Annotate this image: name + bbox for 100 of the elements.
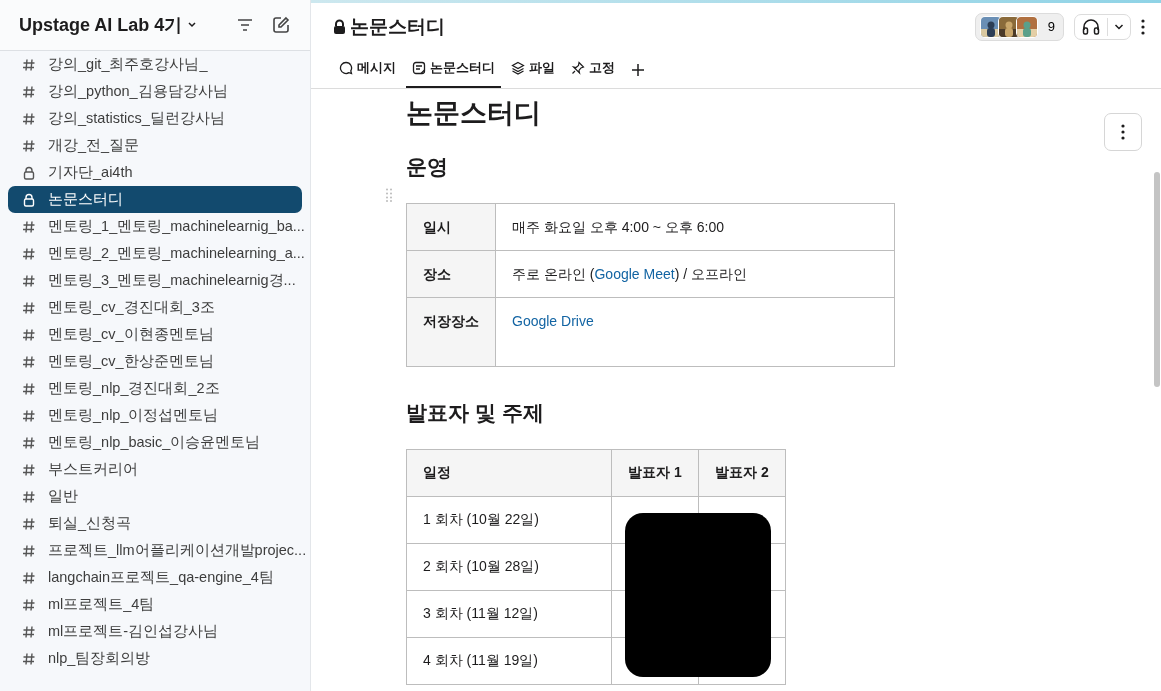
row-label: 일시	[406, 203, 496, 251]
section-heading: 발표자 및 주제	[406, 400, 545, 426]
more-icon	[1141, 18, 1145, 35]
channel-name: 개강_전_질문	[48, 136, 140, 155]
channel-name: 강의_git_최주호강사님_	[48, 55, 208, 74]
lock-icon	[22, 165, 36, 180]
channel-name: 멘토링_cv_한상준멘토님	[48, 352, 214, 371]
channel-name: 멘토링_2_멘토링_machinelearning_a...	[48, 244, 305, 263]
tab[interactable]: 고정	[565, 59, 621, 88]
channel-item[interactable]: 강의_python_김용담강사님	[8, 78, 302, 105]
pin-icon	[571, 61, 585, 75]
hash-icon	[22, 570, 36, 585]
canvas-icon	[412, 61, 426, 75]
channel-item[interactable]: 논문스터디	[8, 186, 302, 213]
channel-item[interactable]: 부스트커리어	[8, 456, 302, 483]
hash-icon	[22, 273, 36, 288]
channel-name: 강의_python_김용담강사님	[48, 82, 228, 101]
channel-item[interactable]: 멘토링_3_멘토링_machinelearnig경...	[8, 267, 302, 294]
link[interactable]: Google Meet	[594, 266, 675, 282]
channel-item[interactable]: 멘토링_cv_이현종멘토님	[8, 321, 302, 348]
channel-name: 강의_statistics_딜런강사님	[48, 109, 225, 128]
lock-icon	[333, 18, 346, 35]
section-heading: 운영	[406, 154, 449, 180]
hash-icon	[22, 138, 36, 153]
tab[interactable]: 논문스터디	[406, 59, 501, 88]
channel-name: 멘토링_1_멘토링_machinelearnig_ba...	[48, 217, 305, 236]
channel-item[interactable]: 일반	[8, 483, 302, 510]
channel-item[interactable]: 멘토링_cv_경진대회_3조	[8, 294, 302, 321]
channel-item[interactable]: 멘토링_cv_한상준멘토님	[8, 348, 302, 375]
members-button[interactable]: 9	[974, 12, 1064, 41]
channel-item[interactable]: 강의_git_최주호강사님_	[8, 51, 302, 78]
hash-icon	[22, 489, 36, 504]
drag-handle-icon[interactable]	[386, 188, 392, 202]
message-icon	[339, 61, 353, 75]
channel-item[interactable]: ml프로젝트-김인섭강사님	[8, 618, 302, 645]
hash-icon	[22, 84, 36, 99]
table-cell: 매주 화요일 오후 4:00 ~ 오후 6:00	[495, 203, 895, 251]
hash-icon	[22, 543, 36, 558]
hash-icon	[22, 300, 36, 315]
table-cell: 4 회차 (11월 19일)	[406, 637, 612, 685]
scrollbar[interactable]	[1154, 172, 1160, 387]
column-header: 발표자 2	[698, 449, 786, 497]
channel-name: 멘토링_nlp_경진대회_2조	[48, 379, 220, 398]
table-cell: 3 회차 (11월 12일)	[406, 590, 612, 638]
channel-item[interactable]: langchain프로젝트_qa-engine_4팀	[8, 564, 302, 591]
table-cell: 주로 온라인 (Google Meet) / 오프라인	[495, 250, 895, 298]
channel-name: 멘토링_cv_경진대회_3조	[48, 298, 215, 317]
channel-name: langchain프로젝트_qa-engine_4팀	[48, 568, 274, 587]
layers-icon	[511, 61, 525, 75]
table-cell: 2 회차 (10월 28일)	[406, 543, 612, 591]
hash-icon	[22, 381, 36, 396]
hash-icon	[22, 219, 36, 234]
hash-icon	[22, 651, 36, 666]
hash-icon	[22, 624, 36, 639]
channel-item[interactable]: ml프로젝트_4팀	[8, 591, 302, 618]
channel-item[interactable]: 강의_statistics_딜런강사님	[8, 105, 302, 132]
hash-icon	[22, 111, 36, 126]
hash-icon	[22, 57, 36, 72]
channel-item[interactable]: 기자단_ai4th	[8, 159, 302, 186]
channel-name: 멘토링_3_멘토링_machinelearnig경...	[48, 271, 296, 290]
channel-item[interactable]: 멘토링_nlp_이정섭멘토님	[8, 402, 302, 429]
channel-title: 논문스터디	[350, 14, 445, 39]
channel-item[interactable]: 멘토링_nlp_경진대회_2조	[8, 375, 302, 402]
hash-icon	[22, 435, 36, 450]
hash-icon	[22, 408, 36, 423]
hash-icon	[22, 354, 36, 369]
chevron-down-icon[interactable]	[187, 21, 198, 29]
compose-icon	[272, 16, 290, 34]
channel-name: 퇴실_신청곡	[48, 514, 132, 533]
filter-icon	[236, 18, 254, 32]
tab[interactable]: 파일	[505, 59, 561, 88]
link[interactable]: Google Drive	[512, 313, 594, 329]
channel-item[interactable]: nlp_팀장회의방	[8, 645, 302, 672]
channel-item[interactable]: 멘토링_1_멘토링_machinelearnig_ba...	[8, 213, 302, 240]
row-label: 장소	[406, 250, 496, 298]
lock-icon	[22, 192, 36, 207]
channel-name: 부스트커리어	[48, 460, 138, 479]
hash-icon	[22, 462, 36, 477]
channel-name: 멘토링_cv_이현종멘토님	[48, 325, 214, 344]
column-header: 발표자 1	[611, 449, 699, 497]
hash-icon	[22, 327, 36, 342]
row-label: 저장장소	[406, 297, 496, 367]
channel-name: ml프로젝트_4팀	[48, 595, 155, 614]
channel-item[interactable]: 개강_전_질문	[8, 132, 302, 159]
channel-item[interactable]: 퇴실_신청곡	[8, 510, 302, 537]
hash-icon	[22, 246, 36, 261]
channel-item[interactable]: 멘토링_2_멘토링_machinelearning_a...	[8, 240, 302, 267]
more-icon	[1121, 124, 1125, 140]
channel-name: 논문스터디	[48, 190, 123, 209]
column-header: 일정	[406, 449, 612, 497]
headphones-icon	[1081, 17, 1101, 36]
channel-name: 기자단_ai4th	[48, 163, 133, 182]
channel-name: nlp_팀장회의방	[48, 649, 151, 668]
channel-name: 일반	[48, 487, 78, 506]
chevron-down-icon	[1114, 22, 1124, 31]
channel-name: 프로젝트_llm어플리케이션개발projec...	[48, 541, 307, 560]
table-cell: 1 회차 (10월 22일)	[406, 496, 612, 544]
tab[interactable]: 메시지	[333, 59, 402, 88]
channel-item[interactable]: 멘토링_nlp_basic_이승윤멘토님	[8, 429, 302, 456]
document-title: 논문스터디	[406, 97, 542, 130]
